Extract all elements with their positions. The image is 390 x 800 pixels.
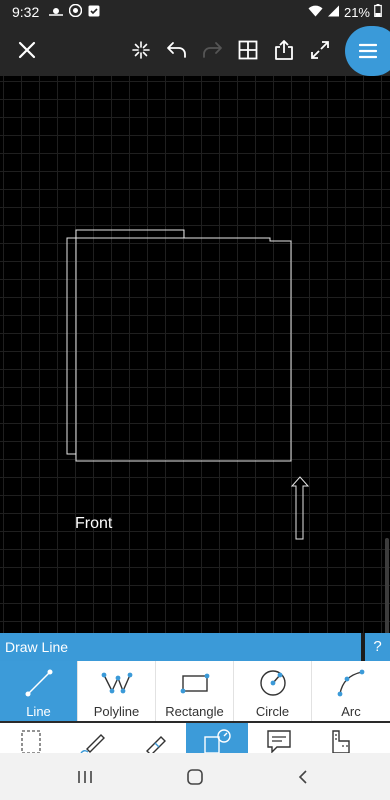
category-select[interactable] <box>0 723 62 753</box>
redo-icon <box>203 42 222 58</box>
signal-icon <box>327 5 340 20</box>
tool-label: Polyline <box>93 704 140 719</box>
redo-button[interactable] <box>195 30 229 70</box>
rectangle-icon <box>180 673 209 694</box>
drawing-geometry <box>66 229 310 540</box>
undo-icon <box>167 42 186 58</box>
close-icon <box>18 41 36 59</box>
draw-panel-title: Draw Line <box>0 633 361 661</box>
category-measure[interactable] <box>310 723 372 753</box>
direction-arrow <box>290 476 310 540</box>
system-nav-bar <box>0 753 390 800</box>
home-button[interactable] <box>175 763 215 791</box>
weather-icon <box>49 5 64 20</box>
tool-label: Circle <box>255 704 290 719</box>
category-draw[interactable] <box>186 723 248 753</box>
sketch-icon <box>80 734 105 753</box>
menu-icon <box>359 43 377 59</box>
close-button[interactable] <box>10 30 44 70</box>
status-bar: 9:32 21% <box>0 0 390 24</box>
tool-categories <box>0 723 390 753</box>
tool-circle[interactable]: Circle <box>234 661 312 721</box>
help-button[interactable]: ? <box>365 633 390 661</box>
status-time: 9:32 <box>12 4 40 20</box>
fullscreen-icon <box>311 41 329 59</box>
draw-tools: Line Polyline Rectangle Circle Arc <box>0 661 390 723</box>
draw-panel-header: Draw Line ? <box>0 633 390 661</box>
layout-button[interactable] <box>231 30 265 70</box>
home-icon <box>187 769 203 785</box>
wifi-icon <box>308 5 323 20</box>
tool-label: Line <box>26 704 51 719</box>
select-icon <box>21 730 41 753</box>
tool-arc[interactable]: Arc <box>312 661 390 721</box>
drawing-canvas[interactable]: Front <box>0 76 390 688</box>
annotate-icon <box>267 730 291 753</box>
line-icon <box>25 669 52 697</box>
share-icon <box>275 40 293 60</box>
share-button[interactable] <box>267 30 301 70</box>
snap-button[interactable] <box>124 30 158 70</box>
draw-icon <box>204 729 231 753</box>
tool-polyline[interactable]: Polyline <box>78 661 156 721</box>
back-button[interactable] <box>283 763 323 791</box>
grid-icon <box>238 40 258 60</box>
arc-icon <box>337 669 365 697</box>
tool-label: Arc <box>341 704 361 719</box>
front-outline-back <box>75 229 292 462</box>
undo-button[interactable] <box>160 30 194 70</box>
tool-line[interactable]: Line <box>0 661 78 721</box>
category-sketch[interactable] <box>62 723 124 753</box>
recent-apps-button[interactable] <box>65 763 105 791</box>
tool-rectangle[interactable]: Rectangle <box>156 661 234 721</box>
menu-button[interactable] <box>345 26 390 76</box>
chrome-icon <box>69 3 83 20</box>
view-label: Front <box>75 515 113 532</box>
snap-icon <box>132 41 150 59</box>
front-outline-front <box>66 237 292 462</box>
recent-apps-icon <box>78 771 92 783</box>
top-toolbar <box>0 24 390 76</box>
category-markup[interactable] <box>124 723 186 753</box>
markup-icon <box>146 736 166 753</box>
download-icon <box>88 5 100 20</box>
category-annotate[interactable] <box>248 723 310 753</box>
polyline-icon <box>101 672 132 694</box>
measure-icon <box>332 730 350 753</box>
back-icon <box>298 770 307 784</box>
battery-icon <box>374 4 382 20</box>
tool-label: Rectangle <box>165 704 224 719</box>
circle-icon <box>259 670 286 696</box>
battery-percent: 21% <box>343 4 370 20</box>
fullscreen-button[interactable] <box>303 30 337 70</box>
